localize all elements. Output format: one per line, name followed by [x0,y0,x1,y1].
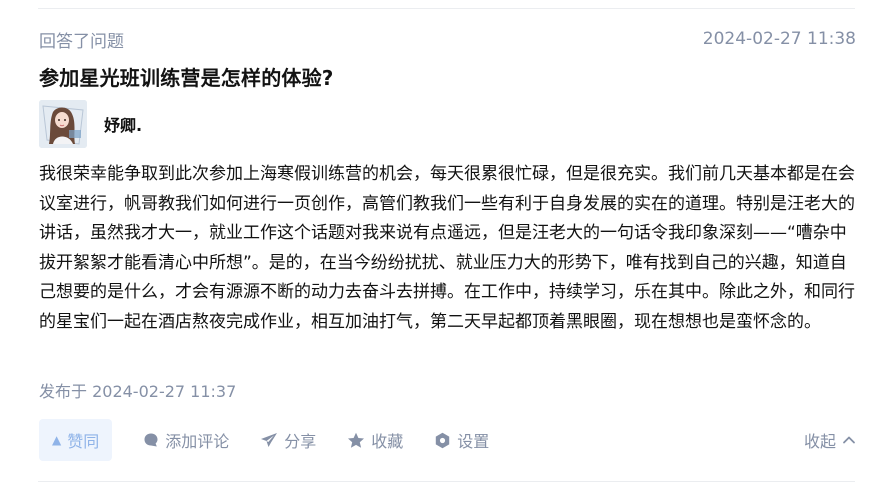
star-icon [348,432,365,448]
published-time[interactable]: 发布于 2024-02-27 11:37 [39,378,236,402]
avatar-illustration-icon [39,100,87,148]
activity-timestamp: 2024-02-27 11:38 [702,29,856,49]
activity-type-label: 回答了问题 [39,31,124,52]
author-name[interactable]: 妤卿. [104,112,142,136]
add-comment-button[interactable]: 添加评论 [143,428,229,452]
settings-label: 设置 [457,432,490,451]
upvote-button[interactable]: ▲ 赞同 [39,419,113,461]
question-title[interactable]: 参加星光班训练营是怎样的体验? [39,62,334,91]
paper-plane-icon [261,433,278,447]
answer-meta-row: 回答了问题 2024-02-27 11:38 [39,27,856,52]
bottom-divider [38,481,855,482]
add-comment-label: 添加评论 [165,432,230,451]
avatar[interactable] [39,100,87,148]
author-info: 妤卿. [39,100,142,148]
chevron-up-icon [843,436,855,444]
collapse-label: 收起 [803,432,836,451]
settings-button[interactable]: 设置 [434,428,489,452]
answer-content: 我很荣幸能争取到此次参加上海寒假训练营的机会，每天很累很忙碌，但是很充实。我们前… [39,164,855,332]
collapse-button[interactable]: 收起 [804,428,856,452]
upvote-triangle-icon: ▲ [52,433,62,447]
top-divider [38,8,855,9]
action-bar: ▲ 赞同 添加评论 分享 收藏 设置 收起 [39,419,856,461]
favorite-label: 收藏 [371,432,404,451]
comment-icon [144,433,158,447]
upvote-label: 赞同 [67,432,100,451]
gear-icon [436,432,450,448]
share-label: 分享 [284,432,317,451]
share-button[interactable]: 分享 [260,428,316,452]
favorite-button[interactable]: 收藏 [347,428,403,452]
